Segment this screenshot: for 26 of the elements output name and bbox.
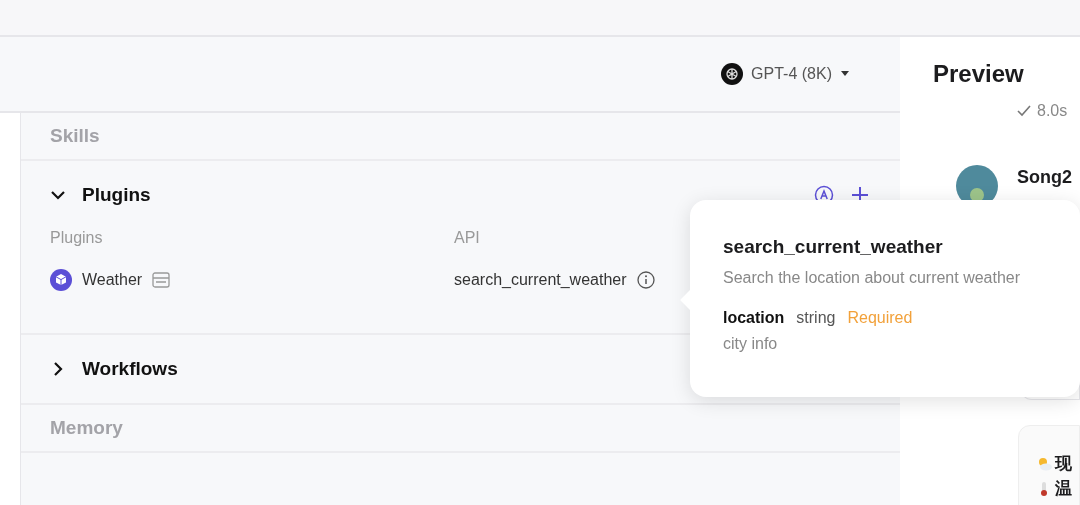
tooltip-description: Search the location about current weather [723, 269, 1022, 287]
param-description: city info [723, 335, 779, 353]
sun-cloud-icon [1037, 456, 1052, 471]
api-name: search_current_weather [454, 271, 627, 289]
response-time: 8.0s [1037, 102, 1068, 120]
column-header: API [454, 229, 481, 247]
panel-title: Preview [933, 60, 1025, 88]
section-heading: Skills [50, 125, 100, 147]
section-heading: Memory [50, 417, 123, 439]
param-name: location [723, 309, 785, 327]
model-selector[interactable]: GPT-4 (8K) [721, 59, 850, 89]
check-icon [1017, 105, 1031, 117]
param-type: string [796, 309, 836, 327]
plugin-cube-icon [50, 269, 72, 291]
info-icon[interactable] [636, 271, 655, 289]
section-toggle[interactable]: Plugins [50, 184, 151, 206]
plugin-name: Weather [82, 271, 143, 289]
section-toggle[interactable]: Workflows [50, 358, 178, 380]
card-text: 温 [1055, 478, 1072, 500]
column-header: Plugins [50, 229, 104, 247]
required-label: Required [847, 309, 913, 327]
model-logo-icon [721, 63, 744, 85]
card-text: 现 [1055, 453, 1072, 475]
tooltip-title: search_current_weather [723, 236, 944, 258]
author-name: Song2 [1017, 167, 1072, 188]
caret-icon [840, 71, 850, 77]
